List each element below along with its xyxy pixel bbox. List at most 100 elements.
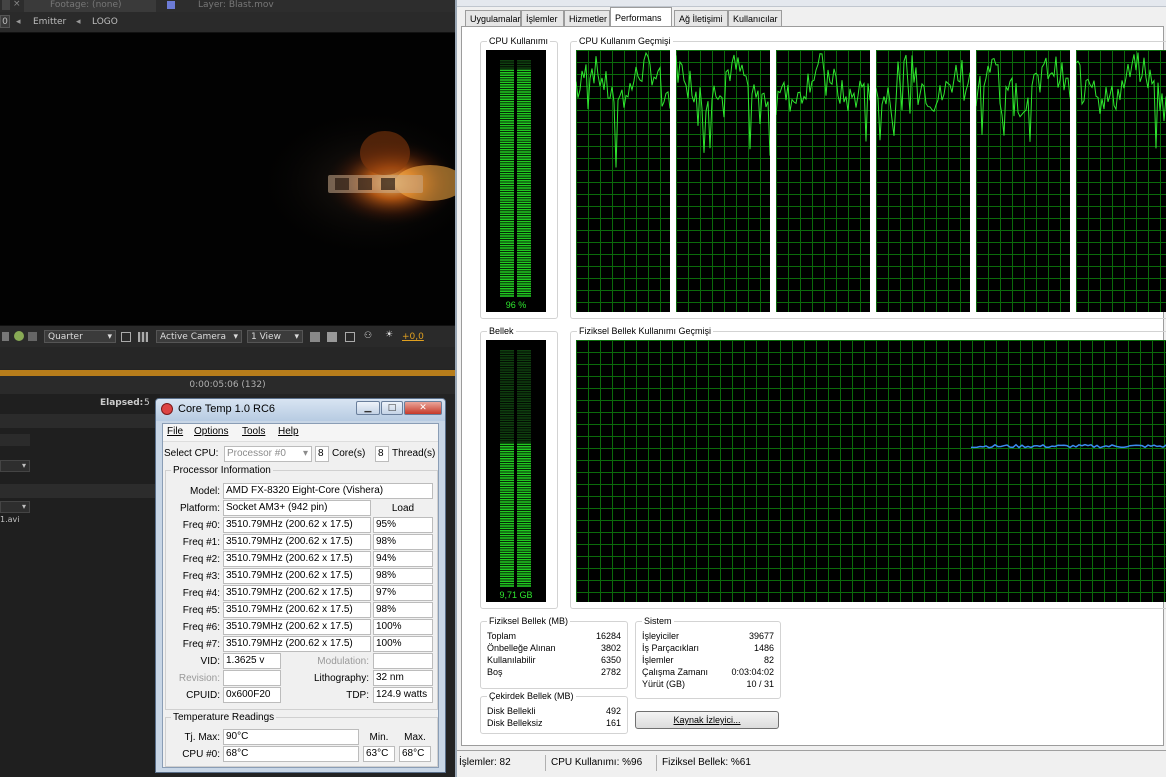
cpuid-value: 0x600F20 <box>223 687 281 703</box>
menu-file[interactable]: File <box>167 426 183 437</box>
breadcrumb-logo[interactable]: LOGO <box>92 12 118 32</box>
region-icon[interactable] <box>121 332 131 342</box>
exposure-value[interactable]: +0,0 <box>402 332 424 342</box>
memory-meter-segment-on <box>517 558 531 561</box>
resource-monitor-button[interactable]: Kaynak İzleyici... <box>635 711 779 729</box>
cpu-meter-segment-on <box>500 177 514 180</box>
tab-performance[interactable]: Performans <box>610 7 672 27</box>
coretemp-titlebar[interactable]: Core Temp 1.0 RC6 ▁ □ ✕ <box>156 399 445 421</box>
fast-preview-icon[interactable] <box>327 332 337 342</box>
memory-meter-segment-off <box>517 436 531 438</box>
cpu-meter-segment-on <box>517 283 531 285</box>
memory-meter-segment-on <box>517 551 531 554</box>
memory-meter-segment-off <box>517 354 531 357</box>
memory-meter-segment-on <box>500 508 514 510</box>
memory-meter-segment-on <box>500 518 514 520</box>
memory-meter-segment-off <box>517 390 531 393</box>
memory-meter-segment-on <box>500 482 514 484</box>
memory-meter-segment-on <box>500 527 514 530</box>
cpu-meter-segment-on <box>517 175 531 177</box>
exposure-icon[interactable]: ☀ <box>385 330 393 340</box>
tab-services[interactable]: Hizmetler <box>564 10 610 26</box>
minimize-button[interactable]: ▁ <box>356 401 380 415</box>
stat-row: Disk Bellekli 492 <box>487 705 621 717</box>
cpu-meter-segment-on <box>500 148 514 151</box>
tab-applications[interactable]: Uygulamalar <box>465 10 521 26</box>
memory-meter-segment-on <box>517 515 531 518</box>
toggle-pixel-icon[interactable] <box>310 332 320 342</box>
cpu-select-dropdown[interactable]: Processor #0 ▾ <box>224 446 312 462</box>
flowchart-icon[interactable]: ⚇ <box>364 331 372 341</box>
physical-memory-title: Fiziksel Bellek (MB) <box>487 616 571 627</box>
coretemp-body: File Options Tools Help Select CPU: Proc… <box>162 423 439 768</box>
memory-meter-segment-on <box>517 510 531 513</box>
close-button[interactable]: ✕ <box>404 401 442 415</box>
memory-meter-segment-on <box>517 585 531 587</box>
output-module-dropdown[interactable]: ▾ <box>0 501 30 513</box>
stat-value: 6350 <box>600 655 621 665</box>
cores-label: Core(s) <box>332 448 366 459</box>
freq-load: 100% <box>373 619 433 635</box>
camera-value: Active Camera <box>160 332 227 342</box>
color-wheel-icon[interactable] <box>14 331 24 341</box>
cpu-meter-segment-off <box>500 62 514 64</box>
menu-tools[interactable]: Tools <box>242 426 265 437</box>
cpu-meter-segment-on <box>500 79 514 81</box>
model-value: AMD FX-8320 Eight-Core (Vishera) <box>223 483 433 499</box>
memory-meter-segment-on <box>517 486 531 489</box>
cpu-meter-segment-on <box>517 288 531 290</box>
cpu-meter-segment-on <box>517 271 531 273</box>
memory-meter-segment-on <box>517 484 531 486</box>
timeline-icon[interactable] <box>345 332 355 342</box>
memory-meter-segment-on <box>500 563 514 566</box>
freq-label: Freq #2: <box>182 554 220 565</box>
output-file-name[interactable]: 1.avi <box>0 515 20 524</box>
transparency-grid-icon[interactable] <box>138 332 148 342</box>
resolution-dropdown[interactable]: Quarter ▾ <box>44 330 116 343</box>
close-icon[interactable]: × <box>13 0 21 9</box>
cpu-meter-segment-on <box>517 122 531 124</box>
render-settings-dropdown[interactable]: ▾ <box>0 460 30 472</box>
cpu0-temp-min: 63°C <box>363 746 395 762</box>
cpu-meter-segment-on <box>500 153 514 156</box>
tab-layer-label[interactable]: Layer: Blast.mov <box>198 0 274 10</box>
memory-meter-segment-on <box>517 446 531 448</box>
camera-icon[interactable] <box>2 332 9 341</box>
cpu-meter-segment-on <box>500 170 514 172</box>
cpu-meter-segment-on <box>500 283 514 285</box>
memory-meter-segment-off <box>517 386 531 388</box>
menu-help[interactable]: Help <box>278 426 299 437</box>
cpu-meter-segment-on <box>517 208 531 211</box>
cpu-meter-segment-on <box>500 285 514 288</box>
cpu-meter-segment-on <box>517 196 531 199</box>
camera-dropdown[interactable]: Active Camera ▾ <box>156 330 242 343</box>
memory-meter-segment-off <box>500 350 514 352</box>
snapshot-icon[interactable] <box>28 332 37 341</box>
memory-meter-segment-on <box>500 446 514 448</box>
tab-networking[interactable]: Ağ İletişimi <box>674 10 728 26</box>
cpu-meter-segment-on <box>500 290 514 292</box>
cpu-meter-segment-off <box>500 67 514 69</box>
composition-viewer[interactable] <box>0 33 455 325</box>
stat-row: Önbelleğe Alınan 3802 <box>487 642 621 654</box>
cpu-meter-segment-on <box>517 163 531 165</box>
cpu-meter-segment-on <box>517 100 531 103</box>
cpu-usage-line <box>876 54 970 141</box>
menu-icon[interactable] <box>2 0 10 10</box>
breadcrumb-emitter[interactable]: Emitter <box>33 12 66 32</box>
comp-index[interactable]: 0 <box>0 15 10 28</box>
memory-meter-segment-on <box>500 578 514 580</box>
tab-users[interactable]: Kullanıcılar <box>728 10 782 26</box>
menu-bar-edge <box>457 0 1166 7</box>
task-manager-window: Uygulamalar İşlemler Hizmetler Performan… <box>455 0 1166 777</box>
memory-meter-segment-on <box>500 544 514 546</box>
cpu-meter-segment-on <box>500 228 514 230</box>
memory-meter-segment-on <box>517 575 531 578</box>
cpu-meter-segment-on <box>517 72 531 74</box>
tab-processes[interactable]: İşlemler <box>521 10 564 26</box>
view-layout-dropdown[interactable]: 1 View ▾ <box>247 330 303 343</box>
maximize-button[interactable]: □ <box>381 401 403 415</box>
cpu-meter-segment-on <box>517 96 531 98</box>
menu-options[interactable]: Options <box>194 426 228 437</box>
status-cpu: CPU Kullanımı: %96 <box>551 757 643 768</box>
